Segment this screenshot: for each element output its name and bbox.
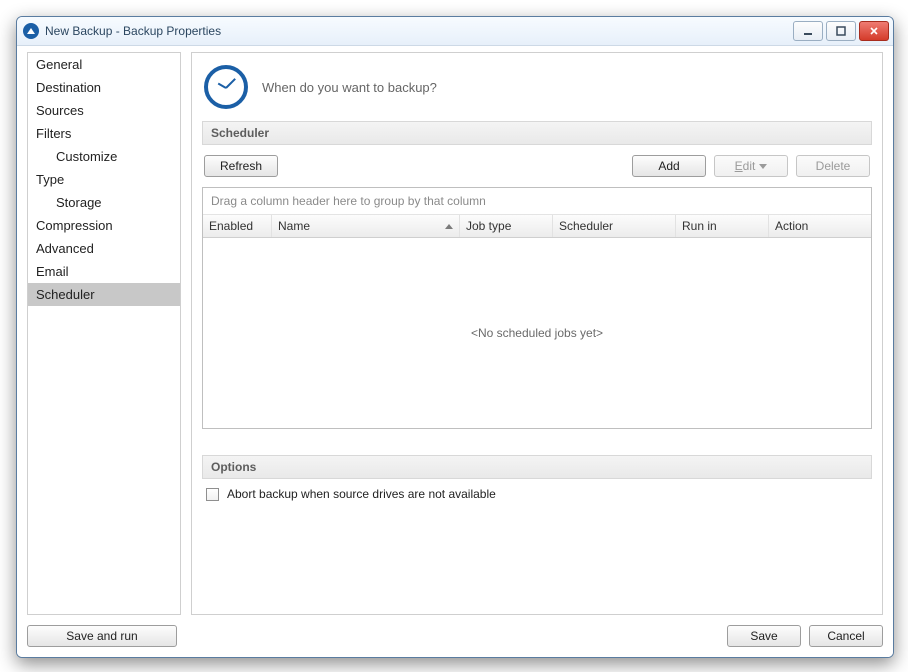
scheduler-toolbar: Refresh Add Edit Delete <box>202 145 872 187</box>
edit-button-label: Edit <box>735 159 756 173</box>
dialog-footer: Save and run Save Cancel <box>27 615 883 647</box>
sidebar-item-email[interactable]: Email <box>28 260 180 283</box>
add-button[interactable]: Add <box>632 155 706 177</box>
close-button[interactable] <box>859 21 889 41</box>
grid-header-row: Enabled Name Job type Scheduler Run in A… <box>203 215 871 238</box>
col-header-name[interactable]: Name <box>272 215 460 237</box>
chevron-down-icon <box>759 164 767 169</box>
panel-header: When do you want to backup? <box>202 61 872 121</box>
minimize-button[interactable] <box>793 21 823 41</box>
window-controls <box>793 21 889 41</box>
sidebar-item-sources[interactable]: Sources <box>28 99 180 122</box>
titlebar[interactable]: New Backup - Backup Properties <box>17 17 893 46</box>
option-abort-row[interactable]: Abort backup when source drives are not … <box>202 479 872 509</box>
refresh-button[interactable]: Refresh <box>204 155 278 177</box>
sidebar-item-storage[interactable]: Storage <box>28 191 180 214</box>
col-header-jobtype[interactable]: Job type <box>460 215 553 237</box>
cancel-button[interactable]: Cancel <box>809 625 883 647</box>
abort-checkbox[interactable] <box>206 488 219 501</box>
grid-empty-text: <No scheduled jobs yet> <box>471 326 603 340</box>
sidebar-item-advanced[interactable]: Advanced <box>28 237 180 260</box>
col-header-enabled[interactable]: Enabled <box>203 215 272 237</box>
window-title: New Backup - Backup Properties <box>45 24 793 38</box>
panel-header-text: When do you want to backup? <box>262 80 437 95</box>
col-header-action[interactable]: Action <box>769 215 871 237</box>
col-header-runin[interactable]: Run in <box>676 215 769 237</box>
app-icon <box>23 23 39 39</box>
sidebar-item-filters[interactable]: Filters <box>28 122 180 145</box>
scheduler-grid[interactable]: Drag a column header here to group by th… <box>202 187 872 429</box>
section-scheduler-header: Scheduler <box>202 121 872 145</box>
edit-button[interactable]: Edit <box>714 155 788 177</box>
main-panel: When do you want to backup? Scheduler Re… <box>191 52 883 615</box>
save-button[interactable]: Save <box>727 625 801 647</box>
sidebar-item-type[interactable]: Type <box>28 168 180 191</box>
col-header-scheduler[interactable]: Scheduler <box>553 215 676 237</box>
sidebar-nav: General Destination Sources Filters Cust… <box>27 52 181 615</box>
sidebar-item-compression[interactable]: Compression <box>28 214 180 237</box>
sidebar-item-scheduler[interactable]: Scheduler <box>28 283 180 306</box>
sidebar-item-destination[interactable]: Destination <box>28 76 180 99</box>
save-and-run-button[interactable]: Save and run <box>27 625 177 647</box>
clock-icon <box>204 65 248 109</box>
grid-empty-body: <No scheduled jobs yet> <box>203 238 871 428</box>
sidebar-item-general[interactable]: General <box>28 53 180 76</box>
grid-group-hint[interactable]: Drag a column header here to group by th… <box>203 188 871 215</box>
maximize-button[interactable] <box>826 21 856 41</box>
abort-checkbox-label: Abort backup when source drives are not … <box>227 487 496 501</box>
backup-properties-window: New Backup - Backup Properties General D… <box>16 16 894 658</box>
sidebar-item-customize[interactable]: Customize <box>28 145 180 168</box>
col-header-name-label: Name <box>278 219 310 233</box>
sort-ascending-icon <box>445 224 453 229</box>
delete-button[interactable]: Delete <box>796 155 870 177</box>
section-options-header: Options <box>202 455 872 479</box>
